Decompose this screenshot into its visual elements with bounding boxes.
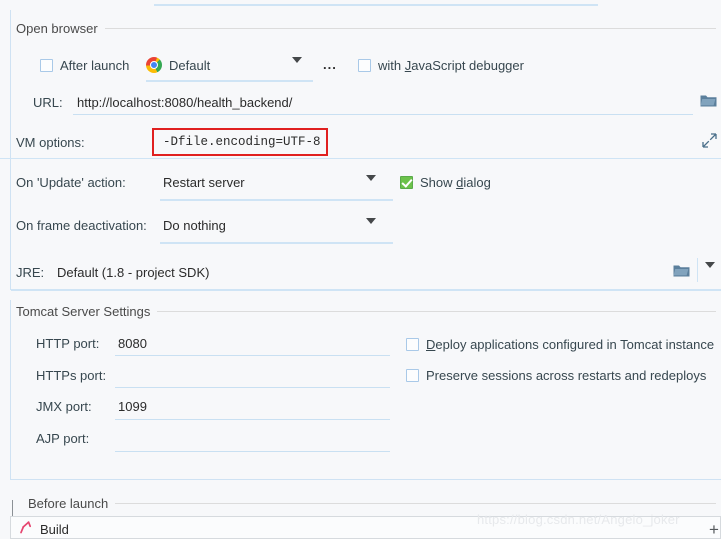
open-browser-section-title: Open browser bbox=[16, 21, 98, 36]
add-before-launch-task-button[interactable]: + bbox=[709, 521, 719, 538]
jmx-port-label: JMX port: bbox=[36, 399, 92, 414]
jre-browse-folder-icon[interactable] bbox=[673, 263, 690, 281]
js-debugger-label: with JavaScript debugger bbox=[378, 58, 524, 73]
url-label: URL: bbox=[33, 95, 63, 110]
url-browse-folder-icon[interactable] bbox=[700, 93, 717, 111]
jre-dropdown-button[interactable] bbox=[705, 262, 715, 283]
jmx-port-underline bbox=[115, 419, 390, 420]
hammer-icon bbox=[19, 521, 32, 537]
watermark: https://blog.csdn.net/Angelo_joker bbox=[477, 512, 680, 527]
form-left-border-2 bbox=[10, 30, 11, 290]
js-debugger-checkbox[interactable] bbox=[358, 59, 371, 72]
open-browser-section-header: Open browser bbox=[16, 21, 716, 36]
chevron-down-icon bbox=[12, 500, 13, 516]
on-frame-deactivation-underline bbox=[160, 242, 393, 244]
chevron-down-icon bbox=[366, 175, 376, 196]
js-debugger-row: with JavaScript debugger bbox=[358, 58, 524, 73]
deploy-applications-label-suffix: eploy applications configured in Tomcat … bbox=[435, 337, 715, 352]
deploy-applications-label: Deploy applications configured in Tomcat… bbox=[426, 337, 714, 352]
jre-field-underline bbox=[11, 289, 721, 291]
vm-options-expand-arrows-icon[interactable] bbox=[702, 133, 717, 151]
show-dialog-row: Show dialog bbox=[400, 175, 491, 190]
vm-options-value[interactable]: -Dfile.encoding=UTF-8 bbox=[163, 135, 321, 149]
tomcat-server-settings-header: Tomcat Server Settings bbox=[16, 304, 716, 319]
jre-value[interactable]: Default (1.8 - project SDK) bbox=[57, 265, 209, 280]
deploy-applications-row: Deploy applications configured in Tomcat… bbox=[406, 337, 714, 352]
after-launch-checkbox[interactable] bbox=[40, 59, 53, 72]
jmx-port-value[interactable]: 1099 bbox=[118, 399, 147, 414]
url-field-underline bbox=[73, 114, 693, 115]
on-frame-deactivation-label: On frame deactivation: bbox=[16, 218, 147, 233]
browser-value: Default bbox=[169, 57, 211, 73]
chevron-down-icon bbox=[366, 218, 376, 239]
ajp-port-underline bbox=[115, 451, 390, 452]
deploy-applications-label-mnemonic: D bbox=[426, 337, 436, 352]
tomcat-panel-bottom-border bbox=[10, 479, 721, 480]
before-launch-title: Before launch bbox=[28, 496, 109, 511]
browser-more-button[interactable]: ... bbox=[323, 58, 337, 71]
on-frame-deactivation-dropdown-caret[interactable] bbox=[366, 218, 376, 239]
after-launch-row: After launch bbox=[40, 58, 129, 73]
preserve-sessions-label: Preserve sessions across restarts and re… bbox=[426, 368, 706, 383]
section-rule bbox=[104, 28, 716, 29]
show-dialog-checkbox[interactable] bbox=[400, 176, 413, 189]
js-debugger-label-prefix: with bbox=[378, 58, 405, 73]
chrome-icon bbox=[146, 57, 162, 73]
before-launch-collapse-icon[interactable] bbox=[12, 500, 13, 516]
before-launch-header: Before launch bbox=[28, 496, 716, 511]
vm-options-field-underline bbox=[0, 158, 721, 159]
vm-options-label: VM options: bbox=[16, 135, 85, 150]
on-update-action-underline bbox=[160, 199, 393, 201]
show-dialog-label: Show dialog bbox=[420, 175, 491, 190]
jre-label: JRE: bbox=[16, 265, 45, 280]
preserve-sessions-checkbox[interactable] bbox=[406, 369, 419, 382]
on-frame-deactivation-value[interactable]: Do nothing bbox=[163, 218, 226, 233]
ajp-port-label: AJP port: bbox=[36, 431, 90, 446]
browser-selector[interactable]: Default bbox=[146, 57, 311, 73]
http-port-label: HTTP port: bbox=[36, 336, 100, 351]
deploy-applications-checkbox[interactable] bbox=[406, 338, 419, 351]
chevron-down-icon bbox=[292, 57, 302, 78]
on-update-action-label: On 'Update' action: bbox=[16, 175, 126, 190]
jre-controls-divider bbox=[697, 258, 698, 282]
on-update-action-dropdown-caret[interactable] bbox=[366, 175, 376, 196]
after-launch-label: After launch bbox=[60, 58, 130, 73]
previous-field-underline bbox=[154, 4, 598, 6]
on-update-action-value[interactable]: Restart server bbox=[163, 175, 245, 190]
section-rule bbox=[115, 503, 716, 504]
show-dialog-label-prefix: Show bbox=[420, 175, 457, 190]
form-left-border bbox=[10, 10, 11, 30]
url-value[interactable]: http://localhost:8080/health_backend/ bbox=[77, 95, 292, 110]
preserve-sessions-label-prefix: Preserve sessions across restarts and re… bbox=[426, 368, 707, 383]
http-port-value[interactable]: 8080 bbox=[118, 336, 147, 351]
chevron-down-icon bbox=[705, 262, 715, 283]
list-item-label: Build bbox=[40, 521, 69, 537]
https-port-label: HTTPs port: bbox=[36, 368, 107, 383]
section-rule bbox=[157, 311, 716, 312]
show-dialog-label-suffix: ialog bbox=[463, 175, 491, 190]
js-debugger-label-suffix: avaScript debugger bbox=[411, 58, 524, 73]
preserve-sessions-row: Preserve sessions across restarts and re… bbox=[406, 368, 706, 383]
https-port-underline bbox=[115, 387, 390, 388]
browser-field-underline bbox=[146, 80, 313, 82]
tomcat-panel-left-border bbox=[10, 300, 11, 480]
tomcat-server-settings-title: Tomcat Server Settings bbox=[16, 304, 151, 319]
http-port-underline bbox=[115, 355, 390, 356]
browser-dropdown-caret[interactable] bbox=[292, 57, 302, 78]
